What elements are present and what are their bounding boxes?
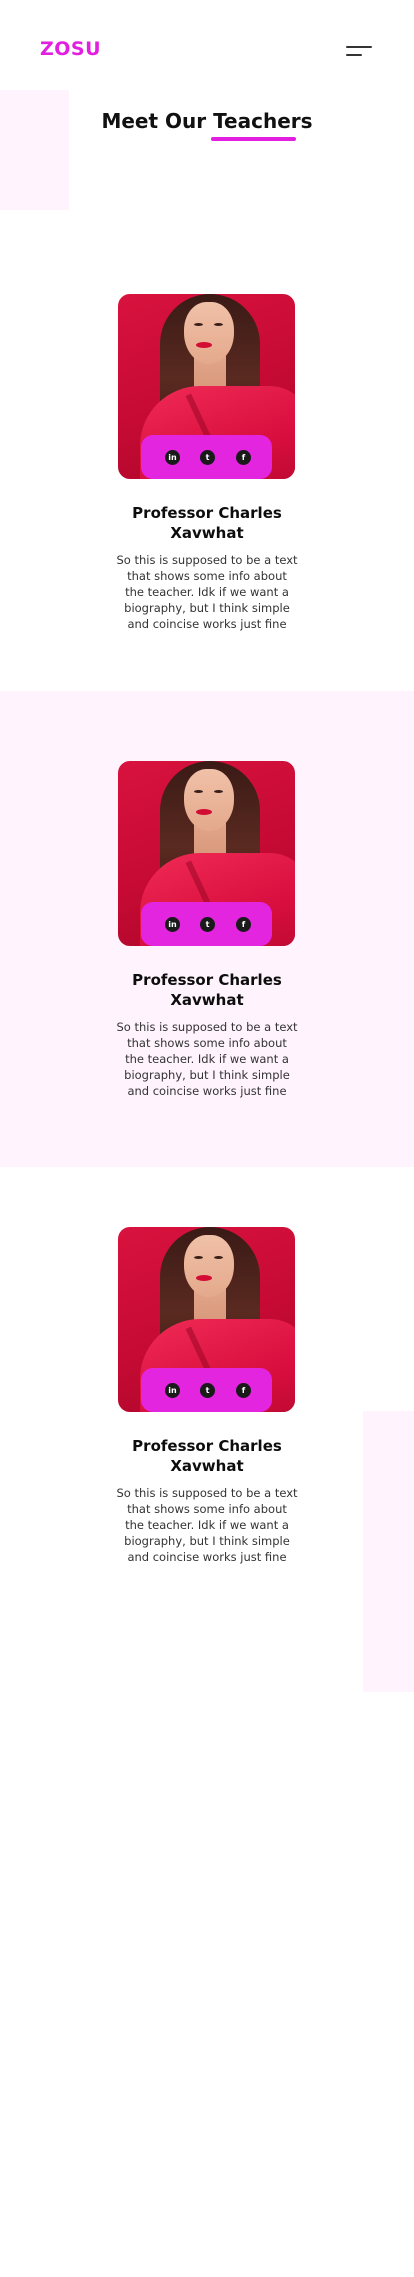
logo[interactable]: ZOSU [40,38,101,60]
teacher-name: Professor Charles Xavwhat [132,504,282,542]
teacher-card: in t f Professor Charles Xavwhat So this… [0,761,414,1121]
linkedin-icon[interactable]: in [165,450,180,465]
social-links-bar: in t f [141,902,272,946]
facebook-icon[interactable]: f [236,1383,251,1398]
twitter-icon[interactable]: t [200,1383,215,1398]
teacher-card: in t f Professor Charles Xavwhat So this… [0,294,414,654]
facebook-icon[interactable]: f [236,450,251,465]
page-title: Meet Our Teachers [101,109,313,133]
twitter-icon[interactable]: t [200,450,215,465]
menu-bar-bottom [346,54,362,56]
teacher-bio: So this is supposed to be a text that sh… [116,553,298,631]
linkedin-icon[interactable]: in [165,917,180,932]
menu-icon[interactable] [346,42,374,60]
social-links-bar: in t f [141,435,272,479]
teacher-card: in t f Professor Charles Xavwhat So this… [0,1227,414,1587]
title-underline [211,137,296,141]
teacher-bio: So this is supposed to be a text that sh… [116,1020,298,1098]
facebook-icon[interactable]: f [236,917,251,932]
linkedin-icon[interactable]: in [165,1383,180,1398]
teacher-photo: in t f [118,294,295,479]
teacher-name: Professor Charles Xavwhat [132,971,282,1009]
teacher-bio: So this is supposed to be a text that sh… [116,1486,298,1564]
menu-bar-top [346,46,372,48]
teacher-photo: in t f [118,1227,295,1412]
teacher-name: Professor Charles Xavwhat [132,1437,282,1475]
social-links-bar: in t f [141,1368,272,1412]
twitter-icon[interactable]: t [200,917,215,932]
site-header: ZOSU [0,0,414,90]
decorative-block-top [0,90,69,210]
teacher-photo: in t f [118,761,295,946]
